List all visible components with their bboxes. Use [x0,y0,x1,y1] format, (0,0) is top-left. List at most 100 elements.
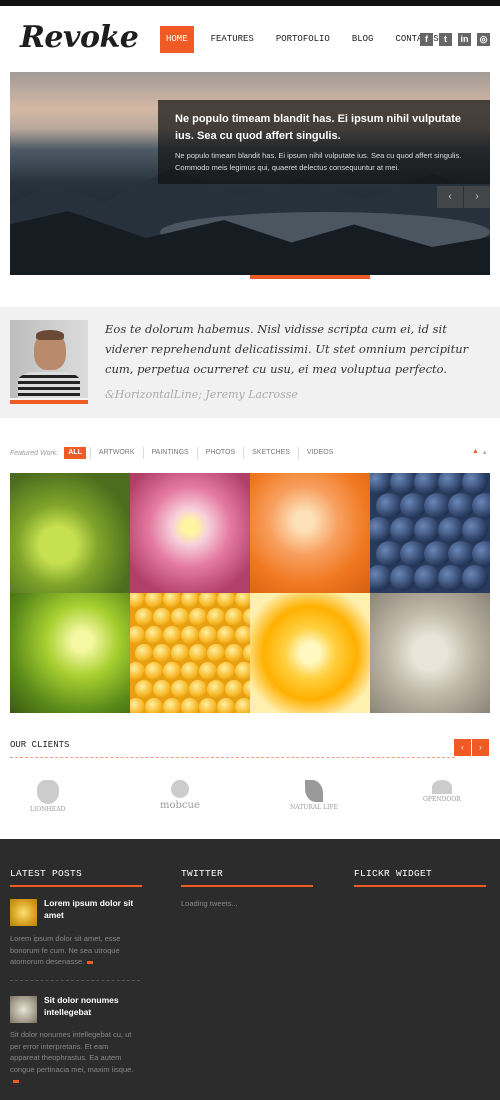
pollen-shape [181,593,199,608]
pollen-shape [130,698,145,713]
post-title[interactable]: Lorem ipsum dolor sit amet [44,897,144,921]
read-more-link[interactable] [13,1079,19,1083]
pollen-shape [235,593,250,608]
title-underline [10,885,142,887]
portfolio-item[interactable] [250,593,370,713]
pollen-shape [181,662,199,680]
nav-features[interactable]: FEATURES [200,26,265,53]
pollen-shape [225,644,243,662]
slider-progress-bar [250,275,370,279]
post-excerpt-text: Lorem ipsum dolor sit amet, esse bonorum… [10,934,121,966]
blueberry-shape [448,541,474,567]
testimonial-author: &HorizontalLine; Jeremy Lacrosse [105,388,298,401]
pollen-shape [199,662,217,680]
leaf-icon [304,780,323,802]
list-view-icon[interactable]: ▴ [483,448,487,456]
pollen-shape [135,680,153,698]
pollen-shape [199,698,217,713]
blueberry-shape [370,473,392,495]
slider-next-button[interactable]: › [464,186,490,208]
client-logo-mobcue[interactable]: mobcue [160,780,200,811]
pollen-shape [171,608,189,626]
nav-home[interactable]: HOME [160,26,194,53]
filter-photos[interactable]: PHOTOS [196,447,243,459]
portfolio-item[interactable] [370,473,490,593]
clients-title: OUR CLIENTS [10,740,70,750]
nav-portofolio[interactable]: PORTOFOLIO [265,26,341,53]
lionhead-icon [36,780,59,804]
avatar-accent-bar [10,400,88,404]
pollen-shape [199,626,217,644]
blueberry-shape [414,473,440,495]
filter-videos[interactable]: VIDEOS [297,447,341,459]
caption-title: Ne populo timeam blandit has. Ei ipsum n… [175,113,462,142]
avatar [10,320,88,398]
pollen-shape [189,680,207,698]
facebook-icon[interactable]: f [420,33,433,46]
blueberry-shape [462,565,488,591]
pollen-shape [189,644,207,662]
clients-arrows: ‹ › [454,739,489,756]
filter-sketches[interactable]: SKETCHES [243,447,298,459]
read-more-link[interactable] [87,960,94,964]
portfolio-item[interactable] [250,473,370,593]
blueberry-shape [370,565,392,591]
portfolio-item[interactable] [10,473,130,593]
pollen-shape [171,680,189,698]
clients-next-button[interactable]: › [472,739,489,756]
portfolio-item[interactable] [370,593,490,713]
twitter-feed-status: Loading tweets... [181,899,238,908]
filter-paintings[interactable]: PAINTINGS [142,447,197,459]
blueberry-shape [462,473,488,495]
pollen-shape [199,593,217,608]
site-logo[interactable]: Revoke [20,20,139,55]
client-logo-lionhead[interactable]: LIONHEAD [30,780,65,813]
filter-artwork[interactable]: ARTWORK [89,447,143,459]
filters-label: Featured Work: [10,449,59,457]
client-name: LIONHEAD [30,806,66,813]
post-title[interactable]: Sit dolor nonumes intellegebat [44,994,144,1018]
title-underline [181,885,313,887]
portfolio-item[interactable] [130,473,250,593]
portfolio-item[interactable] [130,593,250,713]
blueberry-shape [370,517,392,543]
door-icon [431,780,452,794]
social-links: f t in ◎ [420,33,490,46]
dribbble-icon[interactable]: ◎ [477,33,490,46]
latest-posts-title: LATEST POSTS [10,868,83,879]
client-name: OPENDOOR [423,796,461,803]
portfolio-item[interactable] [10,593,130,713]
blueberry-shape [376,541,402,567]
client-logo-natural-life[interactable]: NATURAL LIFE [290,780,338,811]
client-name: mobcue [160,800,200,811]
pollen-shape [181,626,199,644]
mobcue-icon [170,780,189,798]
blueberry-shape [400,541,426,567]
post-divider [10,980,140,981]
pollen-shape [163,593,181,608]
blueberry-shape [472,493,490,519]
top-strip [0,0,500,6]
post-thumbnail[interactable] [10,996,37,1023]
pollen-shape [243,644,250,662]
filter-all[interactable]: ALL [64,447,86,459]
twitter-icon[interactable]: t [439,33,452,46]
grid-view-icon[interactable]: ▲ [472,448,479,455]
testimonial-section: Eos te dolorum habemus. Nisl vidisse scr… [0,307,500,418]
blueberry-shape [400,493,426,519]
post-thumbnail[interactable] [10,899,37,926]
testimonial-quote: Eos te dolorum habemus. Nisl vidisse scr… [105,322,469,376]
slider-arrows: ‹ › [437,186,490,208]
slider-prev-button[interactable]: ‹ [437,186,463,208]
nav-blog[interactable]: BLOG [341,26,385,53]
pollen-shape [217,662,235,680]
main-nav: HOME FEATURES PORTOFOLIO BLOG CONTACTS [160,26,450,53]
clients-prev-button[interactable]: ‹ [454,739,471,756]
linkedin-icon[interactable]: in [458,33,471,46]
pollen-shape [163,626,181,644]
client-logo-opendoor[interactable]: OPENDOOR [423,780,461,803]
hero-slider: Ne populo timeam blandit has. Ei ipsum n… [10,72,490,275]
post-excerpt-text: Sit dolor nonumes intellegebat cu, ut pe… [10,1030,134,1074]
blueberry-shape [390,473,416,495]
blueberry-shape [448,493,474,519]
